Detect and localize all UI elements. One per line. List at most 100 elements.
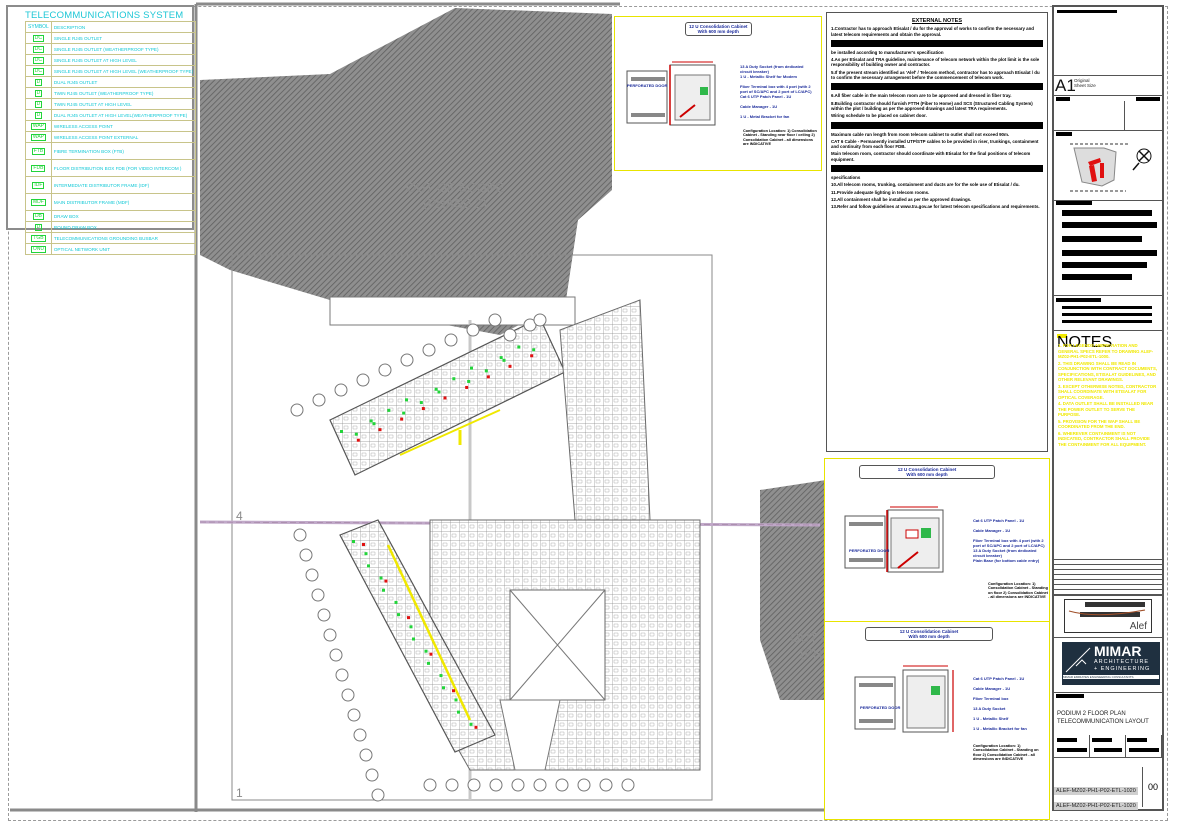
tb-notes: 1. FOR LEGENDS ABBREVIATION AND GENERAL … [1054,340,1162,451]
drawing-title-1: PODIUM 2 FLOOR PLAN [1057,711,1126,717]
redacted-text [831,165,1043,173]
power-point-icon [465,385,469,389]
power-point-icon [486,375,490,379]
data-outlet-icon [469,722,473,726]
redacted-consultant-info [1054,200,1162,296]
data-outlet-icon [409,625,413,629]
data-outlet-icon [484,369,488,373]
legend-description: MAIN DISTRIBUTOR FRAME (MDF) [50,193,197,211]
legend-symbol-icon: IDF [25,176,52,194]
data-outlet-icon [397,613,400,617]
detail-notes: Configuration Location: 1) Consolidation… [973,744,1039,762]
note-paragraph: 5.If the present stream identified as 'A… [831,69,1040,81]
title-block: A1 Original Sheet Size NOTES 1. FOR LEGE… [1052,5,1164,811]
data-outlet-icon [454,698,458,702]
client-logo: Alef [1064,599,1152,633]
cabinet-component-label: Cat 6 UTP Patch Panel - 1U [973,518,1025,523]
grid-bubble [317,608,331,622]
grid-label-4: 4 [236,509,243,523]
external-notes: EXTERNAL NOTES 1.Contractor has to appro… [826,12,1048,452]
data-outlet-icon [419,401,423,405]
note-paragraph: 4.As per Etisalat and TRA guideline, mai… [831,57,1040,68]
cabinet-component-label: Plain Base (for bottom cable entry) [973,558,1040,563]
consultant-tagline-2: + ENGINEERING [1094,666,1151,672]
data-outlet-icon [340,430,343,433]
door-label: PERFORATED DOOR [849,548,890,553]
out-of-scope-phase: (PHASE 2) [423,196,487,211]
data-outlet-icon [354,432,358,436]
data-outlet-icon [387,408,391,412]
cabinet-drawing [626,61,716,126]
legend-description: TELECOMMUNICATIONS GROUNDING BUSBAR [50,232,197,244]
out-of-scope-area-2 [760,480,826,700]
legend-description: DRAW BOX [50,210,197,222]
tb-note: 2. THIS DRAWING SHALL BE READ IN CONJUNC… [1058,360,1158,383]
grid-bubble [511,778,525,792]
cabinet-component-label: Fiber Terminal box with 4 port (with 2 p… [740,84,812,94]
redacted-text [831,39,1043,47]
legend-row: FTB FIBRE TERMINATION BOX (FTB) [25,142,197,160]
grid-bubble [621,778,635,792]
grid-bubble [290,403,304,417]
power-point-icon [452,689,455,693]
consultant-logo: MIMAR ARCHITECTURE + ENGINEERING MIMAR E… [1062,642,1160,685]
legend-description: FIBRE TERMINATION BOX (FTB) [50,142,197,160]
data-outlet-icon [394,600,398,604]
note-paragraph: CAT 6 Cable - Permanently installed UTP/… [831,138,1039,150]
legend-description: DUAL RJ45 OUTLET [50,76,197,88]
legend-row: WAP WIRELESS ACCESS POINT [25,120,197,132]
data-outlet-icon [364,552,368,556]
legend-description: WIRELESS ACCESS POINT EXTERNAL [50,131,197,143]
grid-bubble [555,778,569,792]
tb-note: 6. WHEREVER CONTAINMENT IS NOT INDICATED… [1058,430,1150,447]
data-outlet-icon [412,637,415,641]
note-paragraph: 6.All fiber cable in the main telecom ro… [831,93,1012,99]
legend-symbol-icon: DC [25,43,52,55]
grid-bubble [341,688,355,702]
redacted-text [831,83,1043,91]
legend-symbol-icon: WAP [25,131,52,143]
legend-description: TWIN RJ45 OUTLET AT HIGH LEVEL [50,98,197,110]
cabinet-component-label: Fiber Terminal box [973,696,1009,701]
legend-row: DC SINGLE RJ45 OUTLET AT HIGH LEVEL (WEAT… [25,65,197,77]
cabinet-detail-1: 12 U Consolidation Cabinet With 600 mm d… [614,16,822,171]
detail-notes: Configuration Location: 1) Consolidation… [743,129,817,147]
grid-bubble [423,778,437,792]
legend-row: D ROUND DRAW BOX [25,221,197,233]
grid-bubble [533,778,547,792]
legend-row: DC SINGLE RJ45 OUTLET [25,32,197,44]
note-paragraph: 8.Building contractor should furnish FTT… [831,100,1033,111]
tb-note: 3. EXCEPT OTHERWISE NOTED, CONTRACTOR SH… [1058,383,1157,400]
data-outlet-icon [502,358,506,362]
revision: 00 [1142,767,1163,807]
data-outlet-icon [424,649,428,653]
grid-bubble [329,648,343,662]
note-paragraph: 11.Provide adequate lighting in telecom … [831,189,930,195]
legend-symbol-icon: D [25,221,52,233]
drawing-number-2: ALEF-MZ02-PH1-P02-ETL-1020 [1054,802,1138,810]
key-plan [1070,143,1152,192]
legend-row: WAP WIRELESS ACCESS POINT EXTERNAL [25,131,197,143]
cabinet-component-label: 13 A Duty Socket [973,706,1006,711]
power-point-icon [474,725,478,729]
note-paragraph: Main telecom room, contractor should coo… [831,151,1031,162]
data-outlet-icon [352,540,355,543]
client-logo-text: Alef [1129,621,1147,632]
power-point-icon [443,396,447,400]
note-paragraph: 10.All telecom rooms, trunking, containm… [831,182,1020,188]
grid-label-1: 1 [236,786,243,800]
legend-description: SINGLE RJ45 OUTLET [50,32,197,44]
power-point-icon [508,364,512,368]
tb-note: 4. DATA OUTLET SHALL BE INSTALLED NEAR T… [1058,401,1154,417]
note-paragraph: 13.Refer and follow guidelines at www.tr… [831,204,1040,210]
note-paragraph: be installed according to manufacturer's… [831,49,944,55]
data-outlet-icon [369,419,373,423]
tb-note: 5. PROVISION FOR THE WAP SHALL BE COORDI… [1058,418,1141,430]
cabinet-detail-2: 12 U Consolidation Cabinet With 600 mm d… [824,458,1050,622]
cabinet-component-label: 13 A Duty Socket (from dedicated circuit… [740,64,804,74]
note-paragraph: 12.All containment shall be installed as… [831,196,972,202]
grid-bubble [599,778,613,792]
legend-symbol-icon: WAP [25,120,52,132]
legend-description: OPTICAL NETWORK UNIT [50,243,197,255]
grid-bubble [467,778,481,792]
